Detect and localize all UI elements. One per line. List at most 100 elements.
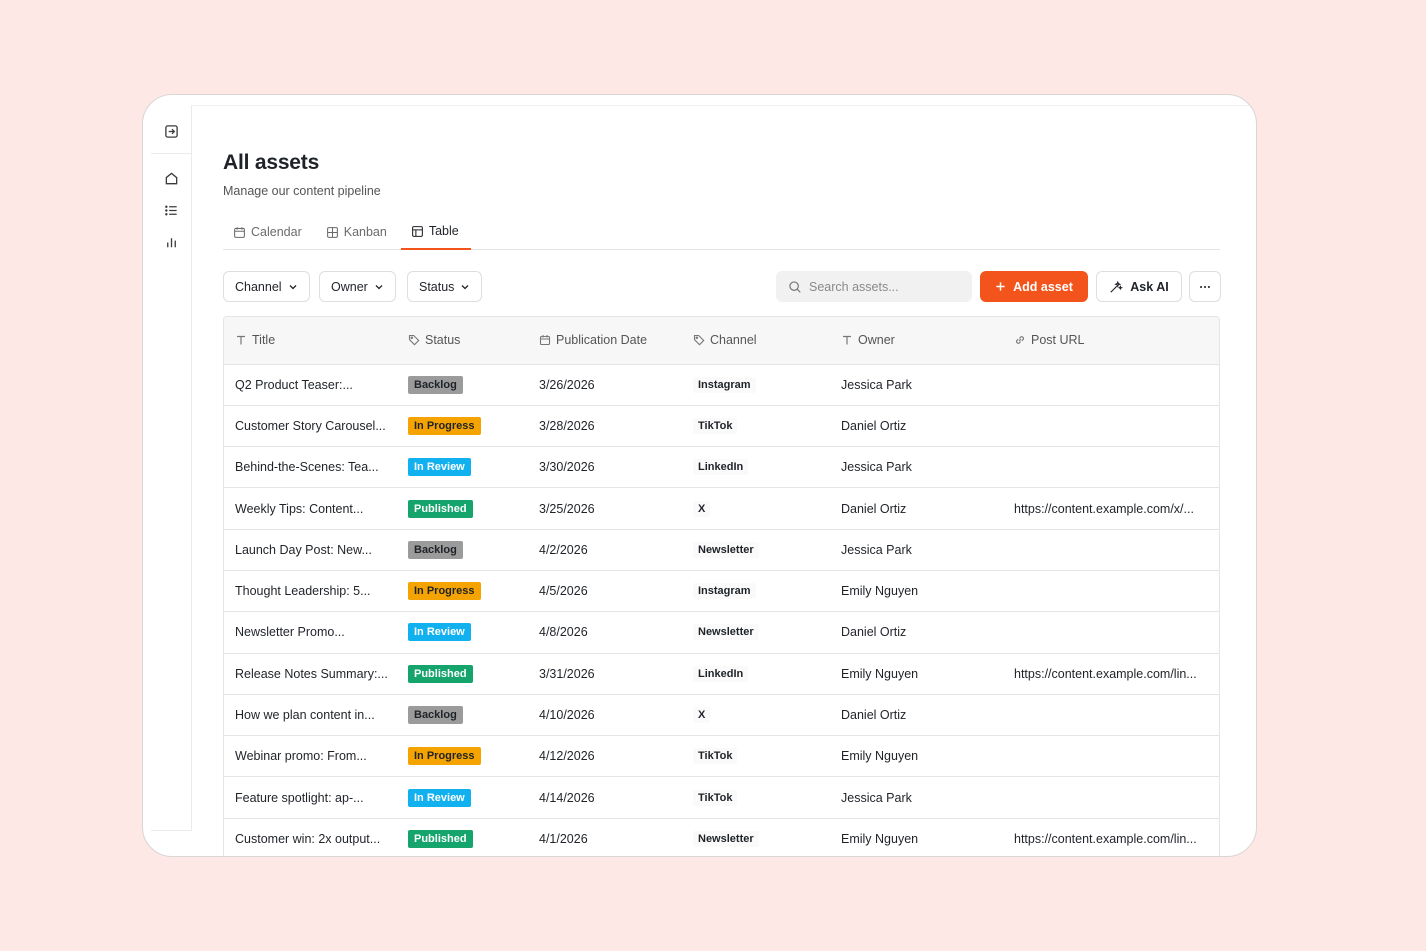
cell-post-url[interactable] bbox=[1003, 777, 1219, 818]
cell-title[interactable]: Release Notes Summary:... bbox=[224, 653, 397, 694]
column-header-channel[interactable]: Channel bbox=[682, 317, 830, 365]
channel-filter-button[interactable]: Channel bbox=[223, 271, 310, 302]
cell-owner[interactable]: Daniel Ortiz bbox=[830, 694, 1003, 735]
table-row[interactable]: Release Notes Summary:... Published 3/31/2… bbox=[224, 653, 1219, 695]
cell-publication-date[interactable]: 4/1/2026 bbox=[528, 818, 682, 856]
cell-title[interactable]: Q2 Product Teaser:... bbox=[224, 364, 397, 405]
cell-owner[interactable]: Jessica Park bbox=[830, 777, 1003, 818]
cell-title[interactable]: How we plan content in... bbox=[224, 694, 397, 735]
search-input[interactable] bbox=[809, 279, 959, 294]
cell-channel[interactable]: X bbox=[682, 488, 830, 529]
cell-status[interactable]: In Review bbox=[397, 612, 528, 653]
sidebar-item-home[interactable] bbox=[157, 164, 185, 192]
cell-channel[interactable]: TikTok bbox=[682, 405, 830, 446]
cell-publication-date[interactable]: 3/26/2026 bbox=[528, 364, 682, 405]
cell-owner[interactable]: Emily Nguyen bbox=[830, 818, 1003, 856]
cell-channel[interactable]: X bbox=[682, 694, 830, 735]
tab-calendar[interactable]: Calendar bbox=[223, 214, 314, 250]
cell-title[interactable]: Launch Day Post: New... bbox=[224, 529, 397, 570]
cell-status[interactable]: Published bbox=[397, 488, 528, 529]
cell-status[interactable]: Backlog bbox=[397, 529, 528, 570]
cell-owner[interactable]: Jessica Park bbox=[830, 529, 1003, 570]
column-header-post-url[interactable]: Post URL bbox=[1003, 317, 1219, 365]
cell-publication-date[interactable]: 3/31/2026 bbox=[528, 653, 682, 694]
cell-post-url[interactable]: https://content.example.com/x/... bbox=[1003, 488, 1219, 529]
cell-post-url[interactable] bbox=[1003, 694, 1219, 735]
cell-title[interactable]: Customer win: 2x output... bbox=[224, 818, 397, 856]
cell-owner[interactable]: Emily Nguyen bbox=[830, 736, 1003, 777]
cell-title[interactable]: Webinar promo: From... bbox=[224, 736, 397, 777]
cell-status[interactable]: Published bbox=[397, 818, 528, 856]
ask-ai-button[interactable]: Ask AI bbox=[1096, 271, 1182, 302]
cell-post-url[interactable] bbox=[1003, 405, 1219, 446]
cell-status[interactable]: In Review bbox=[397, 777, 528, 818]
table-row[interactable]: Thought Leadership: 5... In Progress 4/5/2… bbox=[224, 570, 1219, 612]
table-row[interactable]: How we plan content in... Backlog 4/10/202… bbox=[224, 694, 1219, 736]
cell-title[interactable]: Newsletter Promo... bbox=[224, 612, 397, 653]
cell-publication-date[interactable]: 4/2/2026 bbox=[528, 529, 682, 570]
status-filter-button[interactable]: Status bbox=[407, 271, 483, 302]
cell-title[interactable]: Thought Leadership: 5... bbox=[224, 570, 397, 611]
cell-channel[interactable]: LinkedIn bbox=[682, 653, 830, 694]
cell-post-url[interactable]: https://content.example.com/lin... bbox=[1003, 653, 1219, 694]
add-asset-button[interactable]: Add asset bbox=[980, 271, 1088, 302]
cell-post-url[interactable]: https://content.example.com/lin... bbox=[1003, 818, 1219, 856]
cell-publication-date[interactable]: 4/8/2026 bbox=[528, 612, 682, 653]
table-row[interactable]: Newsletter Promo... In Review 4/8/2026 News… bbox=[224, 612, 1219, 654]
cell-status[interactable]: Backlog bbox=[397, 694, 528, 735]
cell-post-url[interactable] bbox=[1003, 736, 1219, 777]
cell-status[interactable]: In Progress bbox=[397, 405, 528, 446]
cell-post-url[interactable] bbox=[1003, 570, 1219, 611]
table-row[interactable]: Q2 Product Teaser:... Backlog 3/26/2026 Ins… bbox=[224, 364, 1219, 406]
cell-publication-date[interactable]: 3/30/2026 bbox=[528, 447, 682, 488]
cell-post-url[interactable] bbox=[1003, 447, 1219, 488]
cell-title[interactable]: Feature spotlight: ap-... bbox=[224, 777, 397, 818]
cell-owner[interactable]: Jessica Park bbox=[830, 447, 1003, 488]
cell-owner[interactable]: Emily Nguyen bbox=[830, 570, 1003, 611]
cell-channel[interactable]: Newsletter bbox=[682, 529, 830, 570]
cell-title[interactable]: Behind-the-Scenes: Tea... bbox=[224, 447, 397, 488]
cell-channel[interactable]: Newsletter bbox=[682, 818, 830, 856]
table-row[interactable]: Customer Story Carousel... In Progress 3/2… bbox=[224, 405, 1219, 447]
cell-channel[interactable]: LinkedIn bbox=[682, 447, 830, 488]
cell-status[interactable]: In Progress bbox=[397, 570, 528, 611]
table-row[interactable]: Weekly Tips: Content... Published 3/25/202… bbox=[224, 488, 1219, 530]
sidebar-item-list[interactable] bbox=[157, 196, 185, 224]
cell-status[interactable]: In Progress bbox=[397, 736, 528, 777]
sidebar-item-analytics[interactable] bbox=[157, 228, 185, 256]
table-row[interactable]: Feature spotlight: ap-... In Review 4/14/2… bbox=[224, 777, 1219, 819]
cell-channel[interactable]: TikTok bbox=[682, 777, 830, 818]
cell-owner[interactable]: Emily Nguyen bbox=[830, 653, 1003, 694]
column-header-status[interactable]: Status bbox=[397, 317, 528, 365]
cell-post-url[interactable] bbox=[1003, 529, 1219, 570]
tab-table[interactable]: Table bbox=[400, 214, 471, 250]
cell-publication-date[interactable]: 4/10/2026 bbox=[528, 694, 682, 735]
table-row[interactable]: Customer win: 2x output... Published 4/1/2… bbox=[224, 818, 1219, 856]
cell-status[interactable]: Backlog bbox=[397, 364, 528, 405]
cell-publication-date[interactable]: 4/12/2026 bbox=[528, 736, 682, 777]
cell-publication-date[interactable]: 3/25/2026 bbox=[528, 488, 682, 529]
column-header-publication-date[interactable]: Publication Date bbox=[528, 317, 682, 365]
cell-channel[interactable]: Instagram bbox=[682, 570, 830, 611]
cell-publication-date[interactable]: 4/14/2026 bbox=[528, 777, 682, 818]
column-header-owner[interactable]: Owner bbox=[830, 317, 1003, 365]
table-row[interactable]: Launch Day Post: New... Backlog 4/2/2026 Ne… bbox=[224, 529, 1219, 571]
table-row[interactable]: Behind-the-Scenes: Tea... In Review 3/30/2… bbox=[224, 447, 1219, 488]
cell-publication-date[interactable]: 3/28/2026 bbox=[528, 405, 682, 446]
cell-channel[interactable]: Instagram bbox=[682, 364, 830, 405]
cell-publication-date[interactable]: 4/5/2026 bbox=[528, 570, 682, 611]
more-options-button[interactable] bbox=[1189, 271, 1221, 302]
cell-channel[interactable]: Newsletter bbox=[682, 612, 830, 653]
cell-title[interactable]: Customer Story Carousel... bbox=[224, 405, 397, 446]
cell-post-url[interactable] bbox=[1003, 612, 1219, 653]
owner-filter-button[interactable]: Owner bbox=[319, 271, 396, 302]
cell-title[interactable]: Weekly Tips: Content... bbox=[224, 488, 397, 529]
column-header-title[interactable]: Title bbox=[224, 317, 397, 365]
cell-post-url[interactable] bbox=[1003, 364, 1219, 405]
tab-kanban[interactable]: Kanban bbox=[316, 214, 399, 250]
cell-owner[interactable]: Daniel Ortiz bbox=[830, 612, 1003, 653]
cell-owner[interactable]: Daniel Ortiz bbox=[830, 488, 1003, 529]
table-row[interactable]: Webinar promo: From... In Progress 4/12/20… bbox=[224, 736, 1219, 777]
cell-owner[interactable]: Daniel Ortiz bbox=[830, 405, 1003, 446]
cell-channel[interactable]: TikTok bbox=[682, 736, 830, 777]
